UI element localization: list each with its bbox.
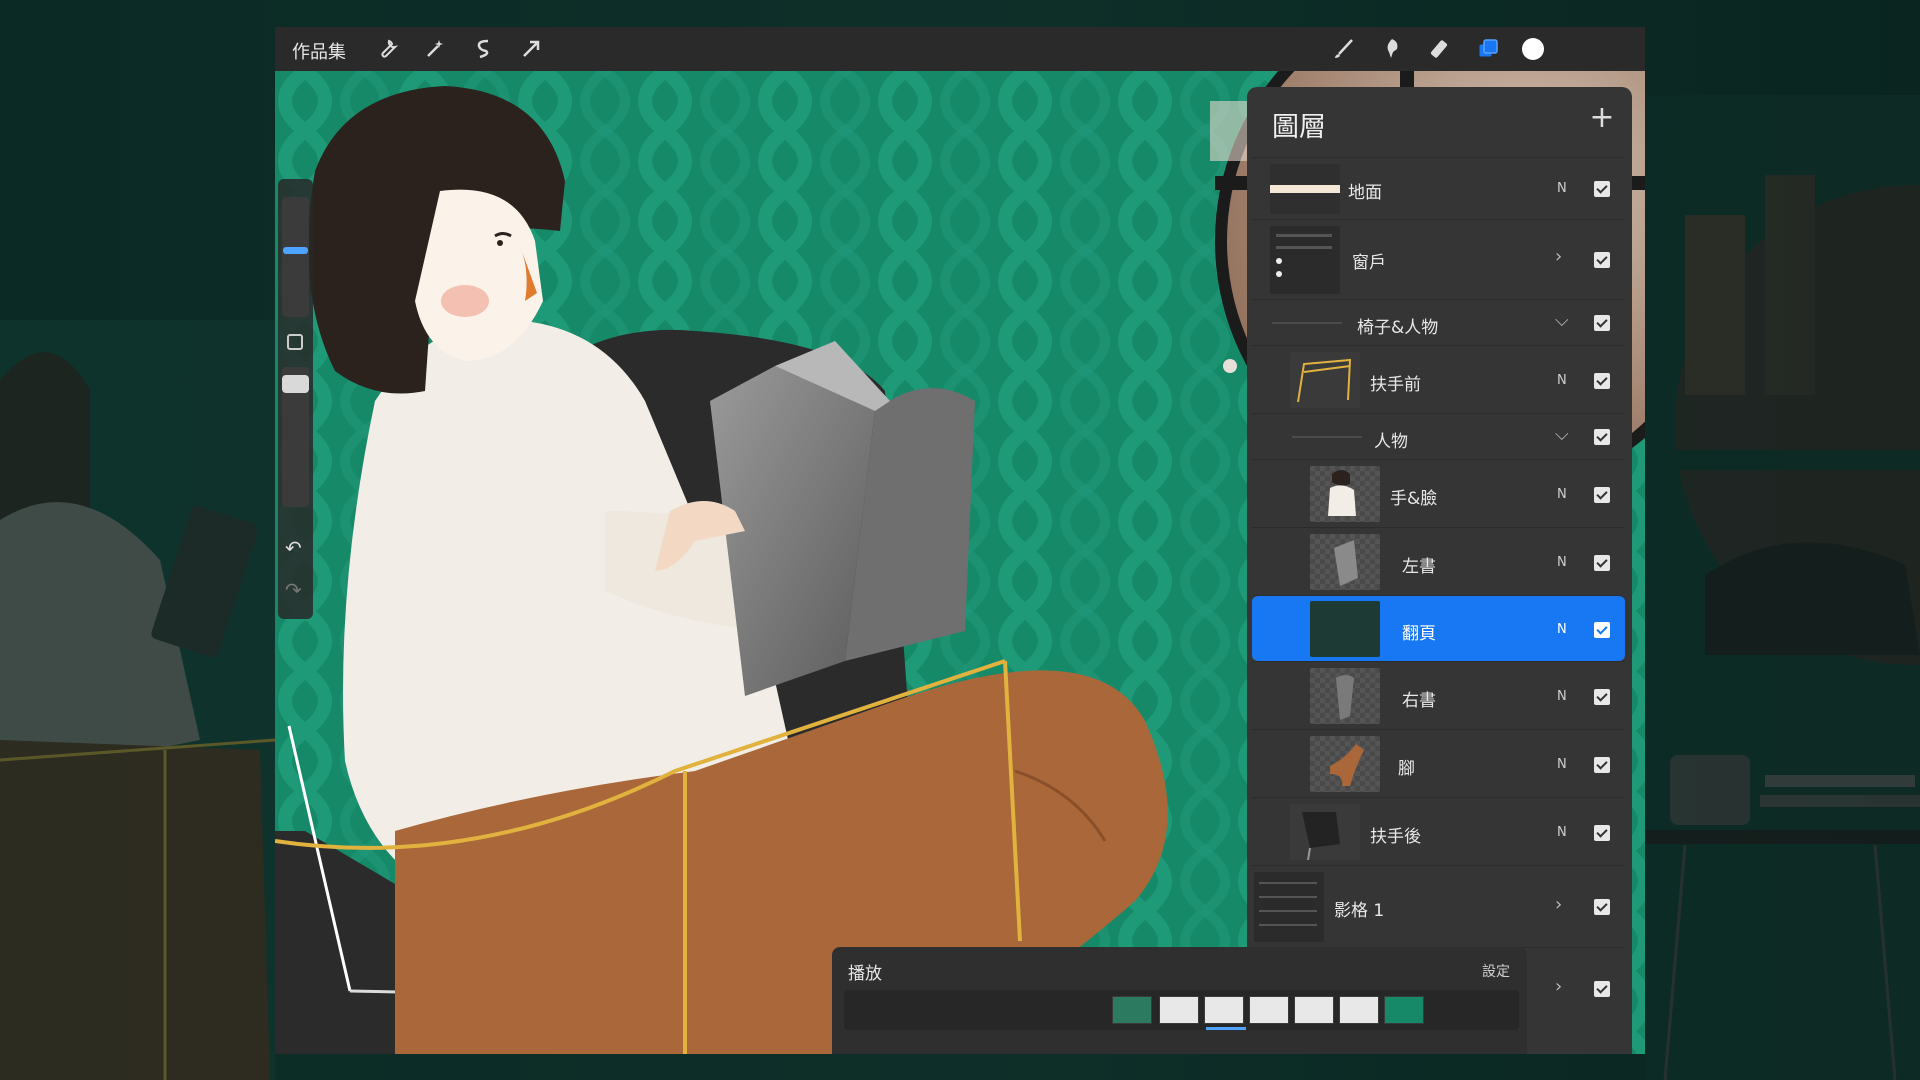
layers-icon[interactable]	[1474, 35, 1502, 63]
group-thumbnail	[1254, 872, 1324, 942]
layer-thumbnail	[1310, 601, 1380, 657]
backdrop-left	[0, 320, 275, 1080]
brush-size-handle[interactable]	[283, 247, 308, 254]
group-line	[1272, 322, 1342, 324]
blend-mode[interactable]: N	[1557, 487, 1567, 502]
gallery-button[interactable]: 作品集	[292, 38, 346, 64]
stage: 作品集 ↶ ↷ 圖層 + 地面 N 窗戶 › 椅子&人物 ⌵ 扶手前 N 人物 …	[0, 0, 1920, 1080]
blend-mode[interactable]: N	[1557, 757, 1567, 772]
modify-button[interactable]	[287, 334, 303, 350]
transform-arrow-icon[interactable]	[517, 35, 545, 63]
timeline-frame[interactable]	[1159, 996, 1199, 1024]
brush-icon[interactable]	[1330, 35, 1358, 63]
layer-group-row[interactable]: 椅子&人物 ⌵	[1252, 299, 1625, 345]
current-frame-indicator	[1206, 1027, 1246, 1030]
layer-thumbnail	[1310, 736, 1380, 792]
brush-size-slider[interactable]	[282, 197, 309, 317]
layer-thumbnail	[1310, 466, 1380, 522]
chevron-down-icon[interactable]: ⌵	[1555, 310, 1569, 331]
layer-name: 扶手後	[1370, 827, 1421, 847]
opacity-handle[interactable]	[282, 375, 309, 393]
layer-row[interactable]: 扶手前 N	[1252, 345, 1625, 413]
visibility-checkbox[interactable]	[1594, 315, 1610, 331]
visibility-checkbox[interactable]	[1594, 181, 1610, 197]
timeline-frame[interactable]	[1249, 996, 1289, 1024]
visibility-checkbox[interactable]	[1594, 373, 1610, 389]
layer-name: 腳	[1398, 759, 1415, 779]
layer-name: 扶手前	[1370, 375, 1421, 395]
visibility-checkbox[interactable]	[1594, 622, 1610, 638]
visibility-checkbox[interactable]	[1594, 981, 1610, 997]
settings-button[interactable]: 設定	[1482, 961, 1510, 981]
play-button[interactable]: 播放	[848, 959, 882, 984]
blend-mode[interactable]: N	[1557, 689, 1567, 704]
blend-mode[interactable]: N	[1557, 373, 1567, 388]
visibility-checkbox[interactable]	[1594, 252, 1610, 268]
layer-name: 左書	[1402, 557, 1436, 577]
layer-row-selected[interactable]: 翻頁 N	[1252, 595, 1625, 661]
visibility-checkbox[interactable]	[1594, 429, 1610, 445]
chevron-right-icon[interactable]: ›	[1555, 894, 1562, 915]
visibility-checkbox[interactable]	[1594, 555, 1610, 571]
smudge-icon[interactable]	[1378, 35, 1406, 63]
eraser-icon[interactable]	[1426, 35, 1454, 63]
layer-thumbnail	[1290, 352, 1360, 408]
layer-name: 翻頁	[1402, 624, 1436, 644]
undo-icon[interactable]: ↶	[285, 537, 307, 559]
layer-name: 影格 1	[1334, 901, 1385, 921]
layer-row[interactable]: 左書 N	[1252, 527, 1625, 595]
layer-name: 地面	[1348, 183, 1382, 203]
left-sidebar: ↶ ↷	[278, 179, 313, 619]
layers-panel-title: 圖層	[1272, 112, 1326, 143]
timeline-frame[interactable]	[1384, 996, 1424, 1024]
layer-row[interactable]: 腳 N	[1252, 729, 1625, 797]
layer-thumbnail	[1310, 534, 1380, 590]
add-layer-button[interactable]: +	[1587, 103, 1617, 133]
procreate-window: 作品集 ↶ ↷ 圖層 + 地面 N 窗戶 › 椅子&人物 ⌵ 扶手前 N 人物 …	[275, 27, 1645, 1054]
chevron-right-icon[interactable]: ›	[1555, 246, 1562, 267]
blend-mode[interactable]: N	[1557, 825, 1567, 840]
blend-mode[interactable]: N	[1557, 622, 1567, 637]
group-line	[1292, 436, 1362, 438]
redo-icon[interactable]: ↷	[285, 579, 307, 601]
blend-mode[interactable]: N	[1557, 181, 1567, 196]
chevron-right-icon[interactable]: ›	[1555, 976, 1562, 997]
wrench-icon[interactable]	[373, 35, 401, 63]
layer-row[interactable]: 手&臉 N	[1252, 459, 1625, 527]
layer-thumbnail	[1270, 164, 1340, 214]
layer-group-row[interactable]: 窗戶 ›	[1252, 219, 1625, 299]
visibility-checkbox[interactable]	[1594, 689, 1610, 705]
top-toolbar: 作品集	[275, 27, 1645, 71]
layer-group-row[interactable]: 影格 1 ›	[1252, 865, 1625, 947]
visibility-checkbox[interactable]	[1594, 757, 1610, 773]
layer-name: 右書	[1402, 691, 1436, 711]
layer-row[interactable]: 右書 N	[1252, 661, 1625, 729]
group-thumbnail	[1270, 226, 1340, 294]
blend-mode[interactable]: N	[1557, 555, 1567, 570]
layer-name: 手&臉	[1390, 489, 1438, 509]
frame-timeline	[844, 990, 1519, 1030]
layer-thumbnail	[1290, 804, 1360, 860]
layer-name: 窗戶	[1352, 253, 1386, 273]
layer-row[interactable]: 扶手後 N	[1252, 797, 1625, 865]
selection-icon[interactable]	[469, 35, 497, 63]
layer-thumbnail	[1310, 668, 1380, 724]
layer-name: 人物	[1374, 432, 1408, 452]
magic-wand-icon[interactable]	[421, 35, 449, 63]
animation-assist-bar: 播放 設定	[832, 947, 1527, 1054]
timeline-frame[interactable]	[1112, 996, 1152, 1024]
visibility-checkbox[interactable]	[1594, 899, 1610, 915]
visibility-checkbox[interactable]	[1594, 487, 1610, 503]
layer-row[interactable]: 地面 N	[1252, 157, 1625, 219]
timeline-frame[interactable]	[1339, 996, 1379, 1024]
layers-panel: 圖層 + 地面 N 窗戶 › 椅子&人物 ⌵ 扶手前 N 人物 ⌵ 手&臉 N …	[1247, 87, 1632, 1054]
timeline-frame[interactable]	[1204, 996, 1244, 1024]
chevron-down-icon[interactable]: ⌵	[1555, 424, 1569, 445]
layer-group-row[interactable]: 人物 ⌵	[1252, 413, 1625, 459]
color-swatch[interactable]	[1519, 35, 1547, 63]
backdrop-right	[1645, 95, 1920, 1080]
timeline-frame[interactable]	[1294, 996, 1334, 1024]
layer-name: 椅子&人物	[1357, 318, 1439, 338]
visibility-checkbox[interactable]	[1594, 825, 1610, 841]
